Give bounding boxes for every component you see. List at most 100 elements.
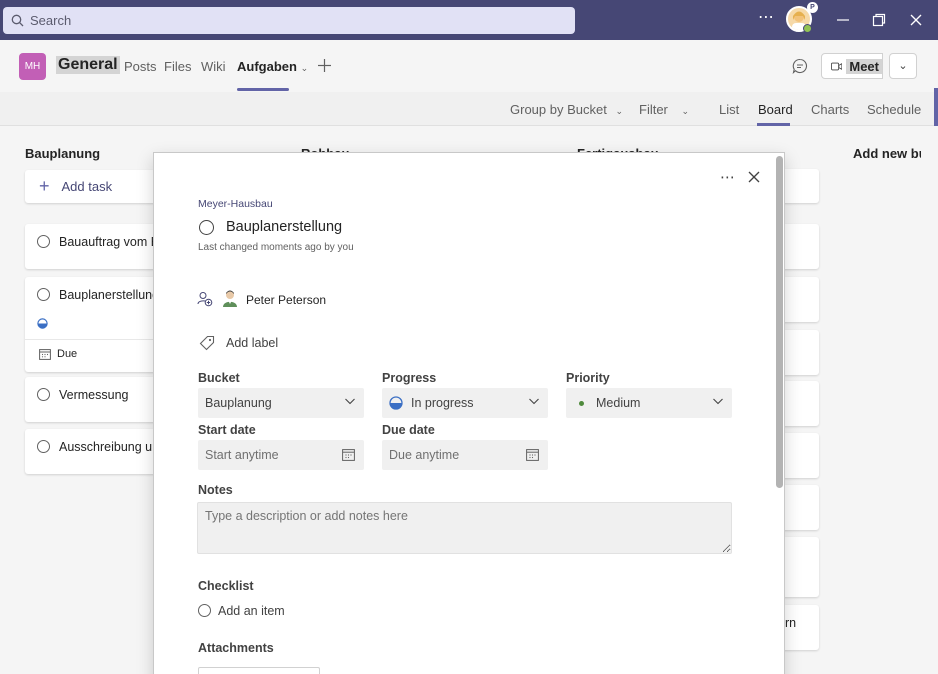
calendar-icon bbox=[39, 349, 51, 360]
dialog-scrollbar[interactable] bbox=[776, 156, 783, 488]
complete-task-checkbox[interactable] bbox=[37, 235, 50, 248]
due-date-label: Due date bbox=[382, 423, 435, 437]
ellipsis-icon[interactable]: ⋯ bbox=[758, 8, 774, 28]
bucket-bauplanung: Bauplanung + Add task Bauauftrag vom Ba … bbox=[0, 126, 153, 674]
last-changed-text: Last changed moments ago by you bbox=[198, 242, 354, 253]
chevron-down-icon: ⌄ bbox=[615, 106, 623, 116]
complete-task-checkbox[interactable] bbox=[37, 288, 50, 301]
bucket-dropdown[interactable]: Bauplanung bbox=[198, 388, 364, 418]
filter-dropdown[interactable]: Filter ⌄ bbox=[639, 102, 689, 117]
progress-value: In progress bbox=[411, 396, 474, 410]
progress-half-icon bbox=[389, 396, 403, 410]
priority-label: Priority bbox=[566, 371, 610, 385]
notes-label: Notes bbox=[198, 483, 233, 497]
chevron-down-icon bbox=[713, 398, 723, 405]
priority-dot-icon bbox=[579, 400, 584, 406]
attachments-label: Attachments bbox=[198, 641, 274, 655]
presence-available-icon bbox=[803, 24, 812, 33]
search-icon bbox=[11, 14, 24, 27]
task-card[interactable]: Bauauftrag vom Ba bbox=[25, 224, 153, 269]
more-options-icon[interactable]: ⋯ bbox=[720, 168, 735, 186]
due-date-picker[interactable]: Due anytime bbox=[382, 440, 548, 470]
tab-wiki[interactable]: Wiki bbox=[201, 59, 226, 74]
checklist-label: Checklist bbox=[198, 579, 254, 593]
chevron-down-icon: ⌄ bbox=[681, 106, 690, 116]
chevron-down-icon: ⌄ bbox=[898, 60, 908, 72]
add-task-label: Add task bbox=[61, 179, 113, 194]
task-card-selected[interactable]: Bauplanerstellung Due bbox=[25, 277, 153, 372]
tag-icon bbox=[199, 335, 215, 351]
complete-task-checkbox[interactable] bbox=[37, 440, 50, 453]
minimize-icon[interactable] bbox=[836, 13, 850, 27]
avatar-badge: P bbox=[807, 2, 818, 13]
conversation-icon[interactable] bbox=[792, 58, 808, 74]
assign-person-icon[interactable] bbox=[197, 291, 213, 307]
add-task-button[interactable]: + Add task bbox=[25, 170, 153, 203]
priority-value: Medium bbox=[596, 396, 641, 410]
add-checklist-item-input[interactable]: Add an item bbox=[218, 604, 285, 618]
search-placeholder: Search bbox=[30, 13, 72, 28]
assignee-avatar[interactable] bbox=[222, 289, 238, 307]
bucket-title: Bauplanung bbox=[25, 146, 101, 161]
calendar-icon bbox=[526, 449, 539, 461]
channel-header: MH General Posts Files Wiki Aufgaben ⌄ M… bbox=[0, 40, 938, 92]
plan-name[interactable]: Meyer-Hausbau bbox=[198, 198, 273, 210]
complete-task-checkbox[interactable] bbox=[37, 388, 50, 401]
start-date-picker[interactable]: Start anytime bbox=[198, 440, 364, 470]
complete-task-checkbox[interactable] bbox=[199, 220, 214, 235]
task-title: rn bbox=[785, 616, 797, 630]
view-schedule[interactable]: Schedule bbox=[867, 102, 921, 117]
chevron-down-icon bbox=[529, 398, 539, 405]
close-icon[interactable] bbox=[748, 171, 760, 183]
right-edge-accent bbox=[934, 88, 938, 126]
due-date-placeholder: Due anytime bbox=[389, 448, 460, 462]
task-title: Bauplanerstellung bbox=[59, 288, 153, 302]
priority-dropdown[interactable]: Medium bbox=[566, 388, 732, 418]
group-by-label: Group by Bucket bbox=[510, 102, 607, 117]
notes-textarea[interactable] bbox=[197, 502, 732, 554]
task-title-input[interactable]: Bauplanerstellung bbox=[226, 219, 342, 235]
tab-posts[interactable]: Posts bbox=[124, 59, 157, 74]
team-avatar[interactable]: MH bbox=[19, 53, 46, 80]
task-card[interactable]: Ausschreibung un bbox=[25, 429, 153, 474]
checklist-add-circle bbox=[198, 604, 211, 617]
add-new-bucket[interactable]: Add new bu bbox=[853, 146, 921, 161]
progress-label: Progress bbox=[382, 371, 437, 385]
title-bar: Search ⋯ P bbox=[0, 0, 938, 40]
bucket-value: Bauplanung bbox=[205, 396, 272, 410]
view-board[interactable]: Board bbox=[758, 102, 793, 117]
group-by-dropdown[interactable]: Group by Bucket ⌄ bbox=[510, 102, 623, 117]
search-box[interactable]: Search bbox=[3, 7, 575, 34]
bucket-label: Bucket bbox=[198, 371, 240, 385]
view-charts[interactable]: Charts bbox=[811, 102, 849, 117]
video-camera-icon bbox=[831, 62, 843, 70]
active-tab-indicator bbox=[237, 88, 289, 91]
chevron-down-icon bbox=[345, 398, 355, 405]
task-card[interactable]: Vermessung bbox=[25, 377, 153, 422]
view-list[interactable]: List bbox=[719, 102, 739, 117]
filter-label: Filter bbox=[639, 102, 668, 117]
task-title: Bauauftrag vom Ba bbox=[59, 235, 153, 249]
task-title: Vermessung bbox=[59, 388, 129, 402]
meet-dropdown-button[interactable]: ⌄ bbox=[889, 53, 917, 79]
close-icon[interactable] bbox=[909, 13, 923, 27]
start-date-label: Start date bbox=[198, 423, 256, 437]
tab-files[interactable]: Files bbox=[164, 59, 191, 74]
card-divider bbox=[25, 339, 153, 340]
progress-dropdown[interactable]: In progress bbox=[382, 388, 548, 418]
add-attachment-button[interactable] bbox=[198, 667, 320, 674]
add-tab-icon[interactable] bbox=[317, 58, 332, 73]
tab-aufgaben[interactable]: Aufgaben ⌄ bbox=[237, 59, 308, 74]
add-label-button[interactable]: Add label bbox=[226, 336, 278, 350]
restore-icon[interactable] bbox=[872, 13, 886, 27]
task-detail-dialog: ⋯ Meyer-Hausbau Bauplanerstellung Last c… bbox=[153, 152, 785, 674]
task-title: Ausschreibung un bbox=[59, 440, 153, 454]
planner-toolbar: Group by Bucket ⌄ Filter ⌄ List Board Ch… bbox=[0, 92, 938, 126]
meet-button[interactable]: Meet bbox=[821, 53, 883, 79]
plus-icon: + bbox=[39, 176, 50, 196]
calendar-icon bbox=[342, 449, 355, 461]
chevron-down-icon: ⌄ bbox=[300, 63, 309, 73]
assignee-name: Peter Peterson bbox=[246, 293, 327, 307]
progress-half-icon bbox=[37, 318, 48, 329]
start-date-placeholder: Start anytime bbox=[205, 448, 279, 462]
